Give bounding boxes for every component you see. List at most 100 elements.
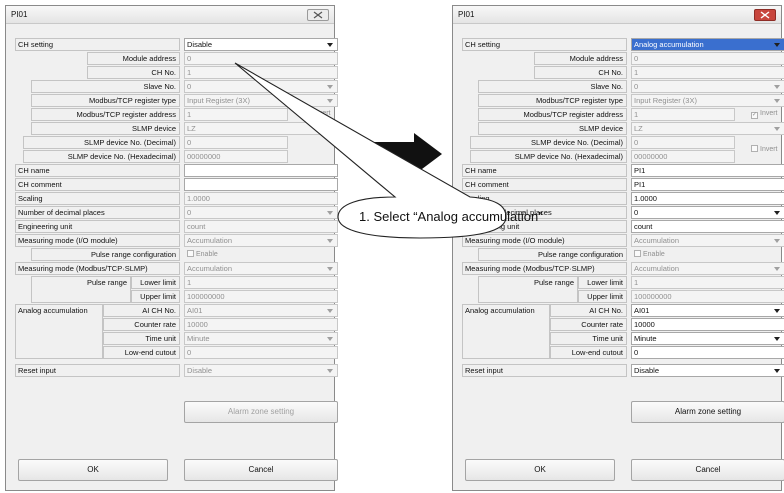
scaling-input[interactable]: 1.0000	[631, 192, 784, 205]
row-modbus-register-type: Modbus/TCP register type Input Register …	[462, 94, 784, 107]
ch-no-field: 1	[631, 66, 784, 79]
time-unit-select: Minute	[184, 332, 338, 345]
upper-limit-field: 100000000	[184, 290, 338, 303]
pulse-range-configuration-label: Pulse range configuration	[31, 248, 180, 261]
counter-rate-input[interactable]: 10000	[631, 318, 784, 331]
enable-label: Enable	[643, 251, 665, 258]
row-ch-name: CH name	[15, 164, 338, 177]
ok-button[interactable]: OK	[465, 459, 615, 481]
row-measuring-mode-modbus: Measuring mode (Modbus/TCP·SLMP) Accumul…	[462, 262, 784, 275]
ch-comment-input[interactable]	[184, 178, 338, 191]
ch-name-label: CH name	[15, 164, 180, 177]
row-module-address: Module address 0	[462, 52, 784, 65]
callout-text: 1. Select “Analog accumulation”	[359, 209, 543, 224]
ch-setting-select[interactable]: Disable	[184, 38, 338, 51]
measuring-mode-io-select: Accumulation	[631, 234, 784, 247]
ch-setting-select[interactable]: Analog accumulation	[631, 38, 784, 51]
ch-name-label: CH name	[462, 164, 627, 177]
row-slmp-device-hex: SLMP device No. (Hexadecimal) 00000000	[15, 150, 336, 163]
checkbox-icon	[187, 250, 194, 257]
row-ch-no: CH No. 1	[15, 66, 338, 79]
scaling-label: Scaling	[462, 192, 627, 205]
ch-no-label: CH No.	[87, 66, 180, 79]
scaling-label: Scaling	[15, 192, 180, 205]
slmp-device-select: LZ	[184, 122, 338, 135]
pulse-range-enable-checkbox: Enable	[187, 250, 218, 258]
engineering-unit-field: count	[184, 220, 338, 233]
decimal-places-select[interactable]: 0	[631, 206, 784, 219]
row-reset-input: Reset input Disable	[462, 364, 784, 377]
row-slmp-device-decimal: SLMP device No. (Decimal) 0	[15, 136, 336, 149]
cancel-button[interactable]: Cancel	[631, 459, 784, 481]
low-end-cutout-label: Low-end cutout	[550, 346, 627, 359]
counter-rate-label: Counter rate	[550, 318, 627, 331]
close-button[interactable]	[754, 9, 776, 21]
pi01-dialog-before: PI01 CH setting Disable Module address 0…	[5, 5, 338, 491]
row-decimal-places: Number of decimal places 0	[15, 206, 338, 219]
slmp-device-hex-label: SLMP device No. (Hexadecimal)	[470, 150, 627, 163]
invert-checkbox: ✓ Invert	[304, 110, 331, 119]
row-low-end-cutout: Low-end cutout 0	[462, 346, 784, 359]
low-end-cutout-input[interactable]: 0	[631, 346, 784, 359]
row-pulse-range-lower: Pulse range Lower limit 1	[462, 276, 784, 303]
checkbox-icon	[634, 250, 641, 257]
cancel-button[interactable]: Cancel	[184, 459, 338, 481]
close-button[interactable]	[307, 9, 329, 21]
close-icon	[760, 11, 770, 19]
low-end-cutout-field: 0	[184, 346, 338, 359]
row-pulse-range-configuration: Pulse range configuration Enable	[15, 248, 336, 261]
row-measuring-mode-io: Measuring mode (I/O module) Accumulation	[462, 234, 784, 247]
row-ch-no: CH No. 1	[462, 66, 784, 79]
row-reset-input: Reset input Disable	[15, 364, 338, 377]
decimal-places-label: Number of decimal places	[15, 206, 180, 219]
measuring-mode-io-select: Accumulation	[184, 234, 338, 247]
ok-button[interactable]: OK	[18, 459, 168, 481]
slave-no-select: 0	[631, 80, 784, 93]
modbus-register-address-label: Modbus/TCP register address	[478, 108, 627, 121]
window-title: PI01	[458, 10, 475, 19]
row-ch-setting: CH setting Disable	[15, 38, 338, 51]
modbus-register-address-label: Modbus/TCP register address	[31, 108, 180, 121]
ch-name-input[interactable]: PI1	[631, 164, 784, 177]
checkmark-icon: ✓	[304, 112, 311, 119]
ai-ch-no-select[interactable]: AI01	[631, 304, 784, 317]
ch-comment-label: CH comment	[462, 178, 627, 191]
reset-input-select[interactable]: Disable	[631, 364, 784, 377]
row-ch-setting: CH setting Analog accumulation	[462, 38, 784, 51]
low-end-cutout-label: Low-end cutout	[103, 346, 180, 359]
modbus-register-address-field: 1	[184, 108, 288, 121]
scaling-field: 1.0000	[184, 192, 338, 205]
ch-name-input[interactable]	[184, 164, 338, 177]
counter-rate-label: Counter rate	[103, 318, 180, 331]
ai-ch-no-select: AI01	[184, 304, 338, 317]
slmp-device-select: LZ	[631, 122, 784, 135]
right-arrow-icon	[372, 133, 442, 175]
slmp-device-decimal-field: 0	[184, 136, 288, 149]
slmp-device-hex-field: 00000000	[631, 150, 735, 163]
alarm-zone-setting-button[interactable]: Alarm zone setting	[631, 401, 784, 423]
counter-rate-field: 10000	[184, 318, 338, 331]
time-unit-select[interactable]: Minute	[631, 332, 784, 345]
row-pulse-range-upper: Upper limit 100000000	[462, 290, 784, 303]
row-engineering-unit: Engineering unit count	[15, 220, 338, 233]
row-modbus-register-address: Modbus/TCP register address 1 ✓ Invert	[462, 108, 783, 121]
ch-comment-input[interactable]: PI1	[631, 178, 784, 191]
time-unit-label: Time unit	[103, 332, 180, 345]
checkmark-icon: ✓	[751, 112, 758, 119]
upper-limit-field: 100000000	[631, 290, 784, 303]
modbus-register-type-label: Modbus/TCP register type	[478, 94, 627, 107]
row-measuring-mode-modbus: Measuring mode (Modbus/TCP·SLMP) Accumul…	[15, 262, 338, 275]
modbus-register-address-field: 1	[631, 108, 735, 121]
ch-setting-label: CH setting	[462, 38, 627, 51]
upper-limit-label: Upper limit	[131, 290, 180, 303]
reset-input-select: Disable	[184, 364, 338, 377]
row-time-unit: Time unit Minute	[15, 332, 338, 345]
row-measuring-mode-io: Measuring mode (I/O module) Accumulation	[15, 234, 338, 247]
measuring-mode-modbus-select: Accumulation	[184, 262, 338, 275]
enable-label: Enable	[196, 251, 218, 258]
ch-comment-label: CH comment	[15, 178, 180, 191]
module-address-label: Module address	[534, 52, 627, 65]
reset-input-label: Reset input	[462, 364, 627, 377]
engineering-unit-input[interactable]: count	[631, 220, 784, 233]
close-icon	[313, 11, 323, 19]
